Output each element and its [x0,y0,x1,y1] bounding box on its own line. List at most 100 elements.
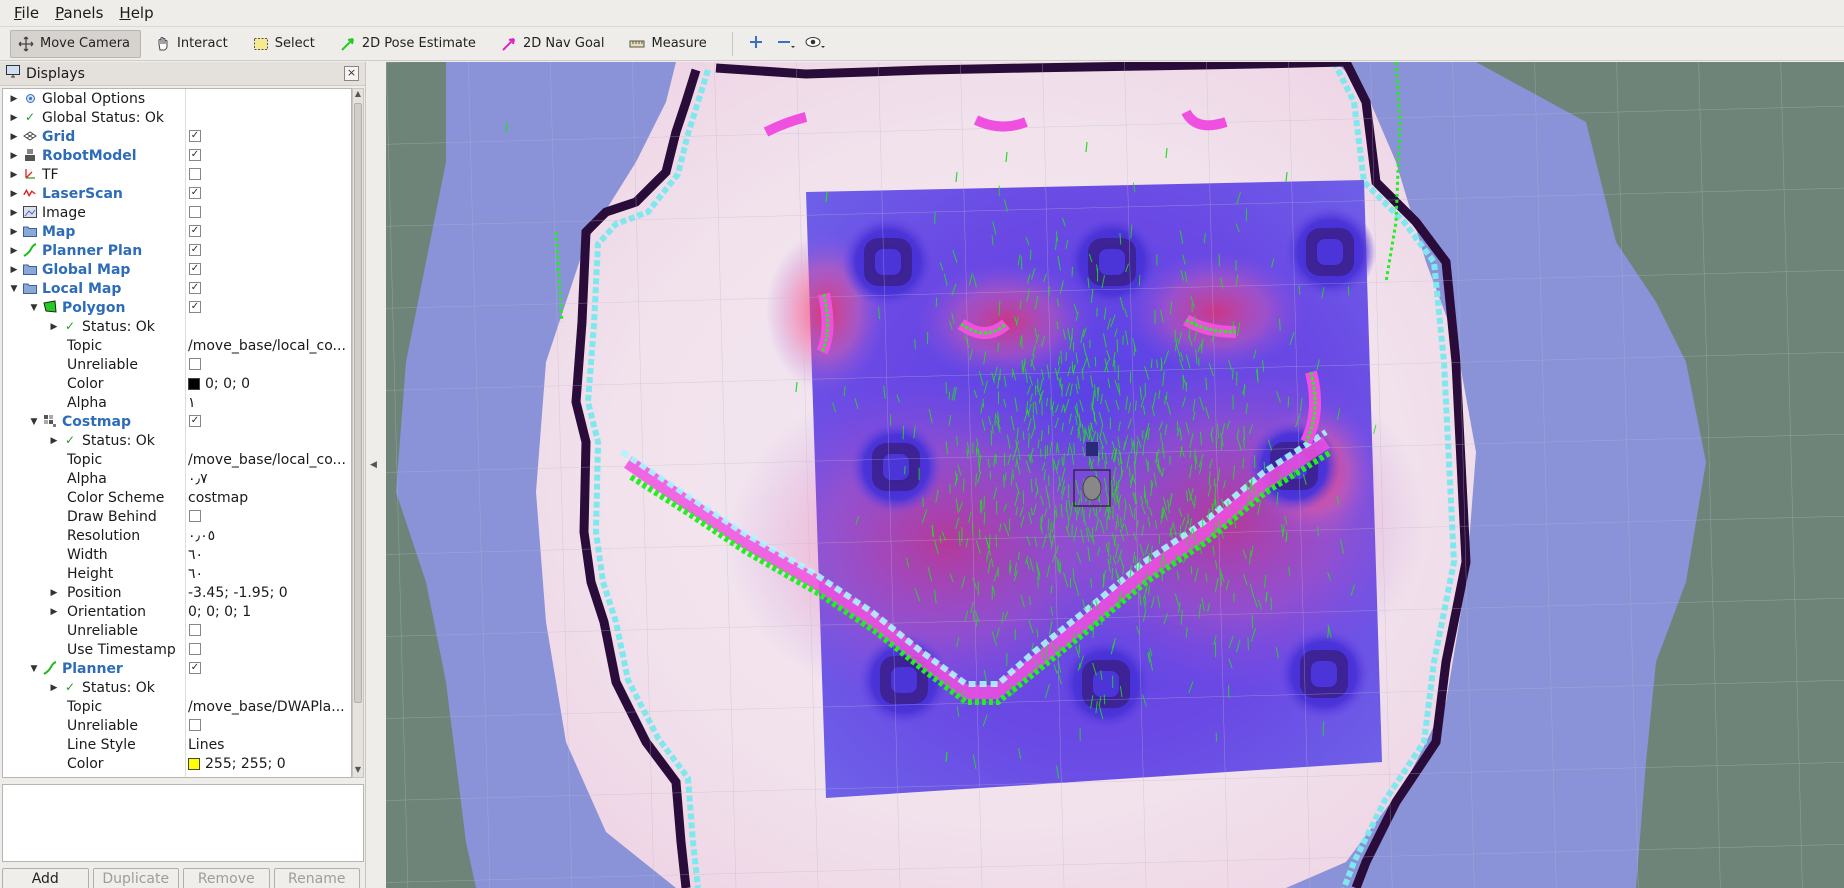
visibility-checkbox[interactable]: ✓ [189,225,201,237]
tree-row-value[interactable]: ١ [188,395,196,411]
tree-row-value[interactable]: 255; 255; 0 [188,756,286,772]
expand-arrow-icon[interactable]: ▶ [49,436,59,446]
tree-row[interactable]: ▶ Grid ✓ [3,127,351,146]
visibility-checkbox[interactable] [189,168,201,180]
expand-arrow-icon[interactable]: ▶ [9,132,19,142]
visibility-checkbox[interactable]: ✓ [189,149,201,161]
tree-row[interactable]: ▼ Polygon ✓ [3,298,351,317]
tree-row[interactable]: ▶ Global Options [3,89,351,108]
tree-row[interactable]: Use Timestamp [3,640,351,659]
expand-arrow-icon[interactable]: ▶ [9,113,19,123]
tree-row[interactable]: ▶ ✓ Status: Ok [3,678,351,697]
collapse-arrow-icon[interactable]: ▼ [9,284,19,294]
render-view[interactable] [386,62,1844,888]
menu-help[interactable]: Help [111,4,161,22]
tree-row[interactable]: Color Scheme costmap [3,488,351,507]
tree-row[interactable]: ▶ ✓ Status: Ok [3,431,351,450]
tree-row[interactable]: Draw Behind [3,507,351,526]
tree-row[interactable]: ▶ Global Map ✓ [3,260,351,279]
tree-row-value[interactable]: ٦٠ [188,547,203,563]
visibility-checkbox[interactable] [189,719,201,731]
tree-row[interactable]: Unreliable [3,716,351,735]
visibility-checkbox[interactable] [189,624,201,636]
tree-row[interactable]: ▶ LaserScan ✓ [3,184,351,203]
tree-row[interactable]: Resolution ٠٫٠٥ [3,526,351,545]
collapse-arrow-icon[interactable]: ▼ [29,417,39,427]
tree-row[interactable]: ▶ Image [3,203,351,222]
tree-row[interactable]: ▶ TF [3,165,351,184]
tree-row[interactable]: Topic/move_base/local_co... [3,336,351,355]
tree-row-value[interactable]: ٦٠ [188,566,203,582]
tree-row-value[interactable]: /move_base/local_co... [188,338,346,354]
visibility-checkbox[interactable]: ✓ [189,662,201,674]
tree-row[interactable]: ▶ Map ✓ [3,222,351,241]
visibility-checkbox[interactable] [189,358,201,370]
visibility-checkbox[interactable]: ✓ [189,244,201,256]
close-panel-button[interactable]: × [344,66,359,81]
collapse-arrow-icon[interactable]: ▼ [29,303,39,313]
visibility-checkbox[interactable] [189,206,201,218]
tree-row-value[interactable]: -3.45; -1.95; 0 [188,585,288,601]
tree-row-value[interactable]: /move_base/DWAPla... [188,699,345,715]
visibility-checkbox[interactable]: ✓ [189,282,201,294]
scene-canvas[interactable] [386,62,1844,888]
scroll-down-arrow[interactable]: ▼ [353,765,363,777]
visibility-checkbox[interactable]: ✓ [189,187,201,199]
tree-row[interactable]: Line Style Lines [3,735,351,754]
tree-row[interactable]: ▶ Planner Plan ✓ [3,241,351,260]
tree-row[interactable]: Topic/move_base/DWAPla... [3,697,351,716]
visibility-checkbox[interactable]: ✓ [189,130,201,142]
color-swatch[interactable] [188,757,200,770]
nav-goal-button[interactable]: 2D Nav Goal [493,30,616,58]
displays-tree[interactable]: ▶ Global Options ▶ ✓ Global Status: Ok ▶ Grid ✓… [2,88,352,778]
tree-scrollbar[interactable]: ▲ ▼ [352,88,364,778]
menu-file[interactable]: File [6,4,47,22]
expand-arrow-icon[interactable]: ▶ [49,683,59,693]
tree-row[interactable]: Topic/move_base/local_co... [3,450,351,469]
duplicate-button[interactable]: Duplicate [92,868,179,888]
expand-arrow-icon[interactable]: ▶ [49,588,59,598]
measure-button[interactable]: Measure [621,30,717,58]
expand-arrow-icon[interactable]: ▶ [9,246,19,256]
view-options-button[interactable] [801,30,831,58]
remove-button[interactable]: Remove [183,868,270,888]
expand-arrow-icon[interactable]: ▶ [9,265,19,275]
color-swatch[interactable] [188,377,200,390]
tree-row[interactable]: Height ٦٠ [3,564,351,583]
add-tool-button[interactable] [741,30,771,58]
tree-row[interactable]: ▶ Position -3.45; -1.95; 0 [3,583,351,602]
expand-arrow-icon[interactable]: ▶ [9,170,19,180]
visibility-checkbox[interactable]: ✓ [189,263,201,275]
menu-panels[interactable]: Panels [47,4,111,22]
tree-row[interactable]: ▶ ✓ Status: Ok [3,317,351,336]
tree-row[interactable]: ▼ Local Map ✓ [3,279,351,298]
tree-row-value[interactable]: Lines [188,737,224,753]
visibility-checkbox[interactable]: ✓ [189,415,201,427]
tree-row[interactable]: Alpha ٠٫٧ [3,469,351,488]
tree-row-value[interactable]: 0; 0; 0 [188,376,250,392]
tree-row[interactable]: ▼ Planner ✓ [3,659,351,678]
pose-estimate-button[interactable]: 2D Pose Estimate [332,30,487,58]
collapse-panel-handle[interactable]: ◀ [370,460,378,476]
visibility-checkbox[interactable]: ✓ [189,301,201,313]
visibility-checkbox[interactable] [189,643,201,655]
tree-row[interactable]: Unreliable [3,621,351,640]
collapse-arrow-icon[interactable]: ▼ [29,664,39,674]
add-button[interactable]: Add [2,868,89,888]
tree-row-value[interactable]: /move_base/local_co... [188,452,346,468]
scroll-thumb[interactable] [354,103,362,703]
tree-row[interactable]: Color 0; 0; 0 [3,374,351,393]
tree-row-value[interactable]: ٠٫٧ [188,471,208,487]
expand-arrow-icon[interactable]: ▶ [9,94,19,104]
scroll-up-arrow[interactable]: ▲ [353,89,363,101]
tree-row[interactable]: ▼ Costmap ✓ [3,412,351,431]
tree-row[interactable]: Alpha ١ [3,393,351,412]
expand-arrow-icon[interactable]: ▶ [49,322,59,332]
tree-row[interactable]: Width ٦٠ [3,545,351,564]
tree-row-value[interactable]: costmap [188,490,248,506]
expand-arrow-icon[interactable]: ▶ [9,151,19,161]
tree-row[interactable]: Color 255; 255; 0 [3,754,351,773]
interact-button[interactable]: Interact [147,30,239,58]
tree-row[interactable]: ▶ Orientation 0; 0; 0; 1 [3,602,351,621]
move-camera-button[interactable]: Move Camera [10,29,142,58]
